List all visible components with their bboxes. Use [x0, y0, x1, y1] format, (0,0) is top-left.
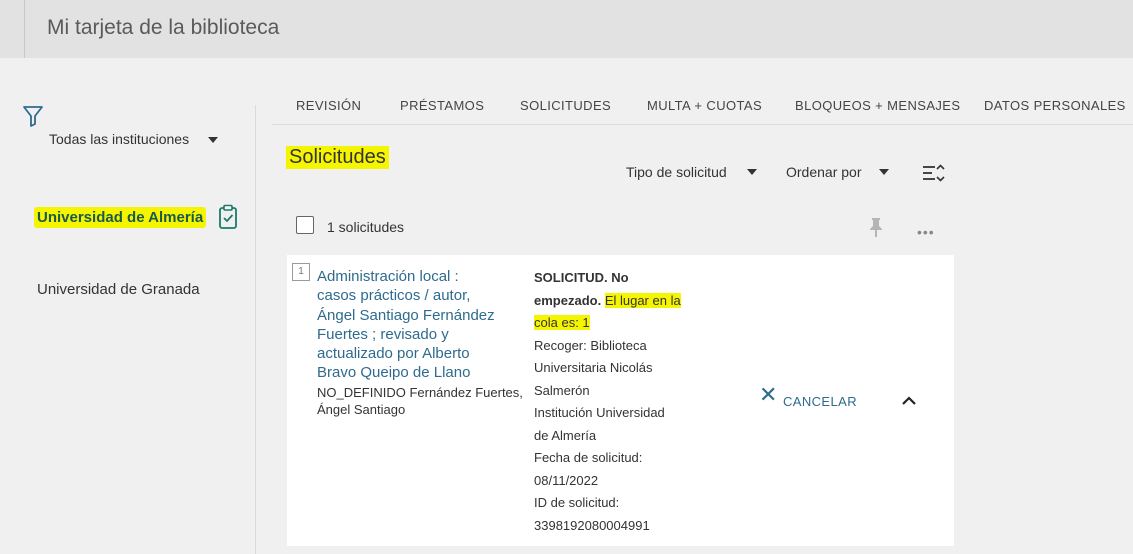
title-line: casos prácticos / autor,: [317, 287, 471, 305]
detail-line: Fecha de solicitud:: [534, 450, 643, 465]
header-bar: Mi tarjeta de la biblioteca: [0, 0, 1133, 58]
institution-select[interactable]: Todas las instituciones: [49, 131, 189, 147]
pin-icon[interactable]: [866, 216, 886, 238]
request-status-line: empezado. El lugar en la: [534, 290, 694, 313]
page-title: Mi tarjeta de la biblioteca: [47, 16, 280, 39]
request-number: 1: [292, 263, 310, 281]
queue-position: cola es: 1: [534, 315, 590, 330]
queue-position-line: cola es: 1: [534, 312, 694, 335]
sidebar-item-granada[interactable]: Universidad de Granada: [37, 281, 200, 298]
request-count: 1 solicitudes: [327, 219, 405, 235]
title-line: actualizado por Alberto: [317, 345, 470, 363]
detail-line: 3398192080004991: [534, 517, 650, 533]
detail-line: Recoger: Biblioteca: [534, 337, 647, 353]
detail-line: Salmerón: [534, 382, 590, 398]
title-line: Administración local :: [317, 268, 459, 285]
title-line: Bravo Queipo de Llano: [317, 364, 471, 382]
chevron-down-icon[interactable]: [208, 137, 218, 143]
close-icon: ✕: [759, 382, 778, 407]
clipboard-check-icon: [219, 204, 237, 229]
tab-prestamos[interactable]: PRÉSTAMOS: [400, 98, 484, 113]
chevron-down-icon[interactable]: [879, 169, 889, 175]
section-title: Solicitudes: [286, 146, 389, 169]
tab-bar: REVISIÓN PRÉSTAMOS SOLICITUDES MULTA + C…: [272, 96, 1133, 124]
title-line: Fuertes ; revisado y: [317, 325, 449, 343]
sidebar-divider: [255, 105, 256, 554]
detail-line: Institución Universidad: [534, 405, 665, 420]
filter-icon[interactable]: [22, 104, 44, 128]
tabs-underline: [272, 124, 1133, 125]
queue-position: El lugar en la: [604, 292, 681, 308]
sort-by-select[interactable]: Ordenar por: [786, 164, 861, 180]
request-type-filter[interactable]: Tipo de solicitud: [626, 164, 727, 180]
tab-datos-personales[interactable]: DATOS PERSONALES: [984, 98, 1126, 113]
request-item-author: NO_DEFINIDO Fernández Fuertes, Ángel San…: [317, 384, 527, 418]
request-item-title[interactable]: Administración local : casos prácticos /…: [317, 267, 507, 383]
cancel-label: CANCELAR: [783, 394, 857, 409]
chevron-up-icon[interactable]: [900, 393, 918, 407]
author-line: Ángel Santiago: [317, 402, 406, 417]
header-divider: [24, 0, 25, 58]
chevron-down-icon[interactable]: [747, 169, 757, 175]
select-all-checkbox[interactable]: [296, 216, 314, 234]
detail-line: de Almería: [534, 427, 597, 443]
request-status: SOLICITUD. No: [534, 270, 629, 285]
sort-order-icon[interactable]: [922, 163, 946, 183]
detail-line: Universitaria Nicolás: [534, 360, 653, 375]
tab-solicitudes[interactable]: SOLICITUDES: [520, 98, 611, 113]
sidebar-item-almeria[interactable]: Universidad de Almería: [34, 207, 207, 228]
author-line: NO_DEFINIDO Fernández Fuertes,: [317, 385, 523, 400]
institution-select-label: Todas las instituciones: [49, 131, 190, 147]
tab-multa-cuotas[interactable]: MULTA + CUOTAS: [647, 98, 762, 113]
tab-bloqueos-mensajes[interactable]: BLOQUEOS + MENSAJES: [795, 98, 960, 113]
title-line: Ángel Santiago Fernández: [317, 306, 495, 324]
tab-revision[interactable]: REVISIÓN: [296, 98, 361, 113]
more-options-icon[interactable]: •••: [917, 224, 935, 240]
request-details: SOLICITUD. No empezado. El lugar en la c…: [534, 267, 694, 537]
request-status-detail: empezado.: [534, 292, 602, 308]
detail-line: 08/11/2022: [534, 472, 599, 488]
detail-line: ID de solicitud:: [534, 495, 620, 510]
